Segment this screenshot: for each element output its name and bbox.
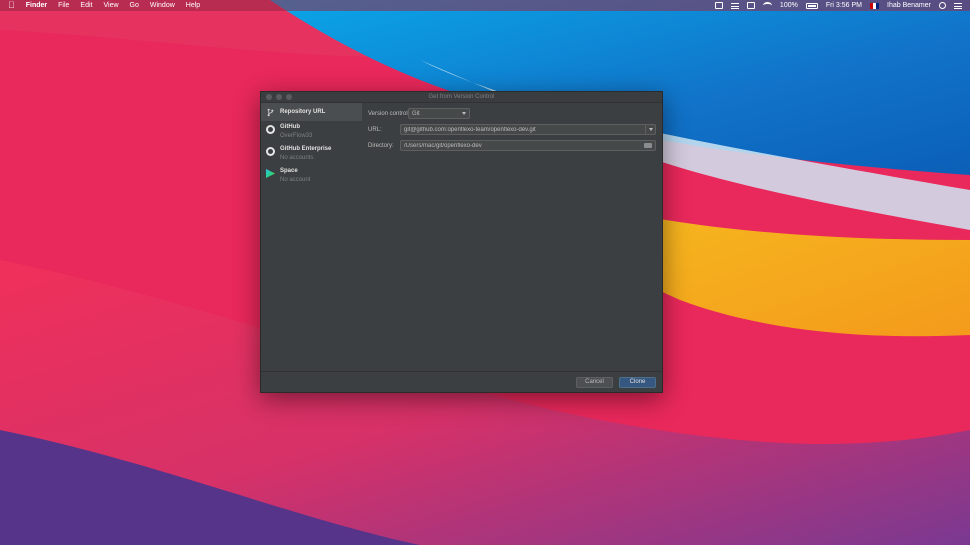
branch-icon [267,108,274,117]
spotlight-search-icon[interactable] [939,2,946,9]
url-field[interactable] [400,124,656,135]
menu-app-name[interactable]: Finder [26,2,47,9]
space-icon [266,169,275,178]
battery-percent: 100% [779,2,798,9]
folder-icon[interactable] [644,143,652,148]
menu-window[interactable]: Window [150,2,175,9]
apple-menu-icon[interactable]:  [8,0,15,11]
sidebar-item-label: GitHub [280,124,300,130]
clone-button[interactable]: Clone [619,376,656,388]
version-control-value: Git [412,110,420,117]
sidebar-item-account: No account [280,177,311,183]
version-control-select[interactable]: Git [408,108,470,119]
github-icon [266,147,275,156]
sidebar-item-space[interactable]: Space No account [261,165,362,187]
version-control-label: Version control: [368,110,410,117]
clock[interactable]: Fri 3:56 PM [826,2,862,9]
vcs-sidebar: Repository URL GitHub OverFlow33 GitHub … [261,103,362,371]
sidebar-item-github-enterprise[interactable]: GitHub Enterprise No accounts [261,143,362,165]
control-center-icon[interactable] [954,2,962,9]
menu-edit[interactable]: Edit [80,2,92,9]
status-lines-icon[interactable] [730,2,739,9]
url-label: URL: [368,126,382,133]
url-input[interactable] [401,125,645,134]
url-history-dropdown[interactable] [645,125,655,134]
directory-field[interactable] [400,140,656,151]
airplay-icon[interactable] [746,2,755,9]
sidebar-item-label: Space [280,168,298,174]
sidebar-item-label: Repository URL [280,109,326,115]
sidebar-item-repository-url[interactable]: Repository URL [261,103,362,121]
status-app-icon[interactable] [714,2,723,9]
user-name[interactable]: Ihab Benamer [887,2,931,9]
cancel-button[interactable]: Cancel [576,376,613,388]
input-source-flag-icon[interactable] [870,2,880,9]
url-row: URL: [368,124,656,135]
menu-go[interactable]: Go [130,2,139,9]
dialog-footer: Cancel Clone [261,371,662,392]
dialog-title: Get from Version Control [428,94,495,100]
sidebar-item-account: OverFlow33 [280,133,313,139]
menu-bar:  Finder File Edit View Go Window Help 1… [0,0,970,11]
github-icon [266,125,275,134]
wifi-icon[interactable] [762,2,772,9]
sidebar-item-label: GitHub Enterprise [280,146,332,152]
chevron-down-icon [462,112,466,115]
dialog-titlebar: Get from Version Control [261,92,662,103]
directory-label: Directory: [368,142,394,149]
sidebar-item-github[interactable]: GitHub OverFlow33 [261,121,362,143]
get-from-vcs-dialog: Get from Version Control Repository URL … [260,91,663,393]
menu-view[interactable]: View [103,2,118,9]
directory-input[interactable] [401,141,644,150]
menu-file[interactable]: File [58,2,69,9]
menu-help[interactable]: Help [186,2,200,9]
sidebar-item-account: No accounts [280,155,314,161]
directory-row: Directory: [368,140,656,151]
version-control-row: Version control: Git [368,108,656,119]
battery-icon[interactable] [805,2,818,9]
repository-url-panel: Version control: Git URL: Directory: [362,103,662,371]
chevron-down-icon [648,128,653,131]
